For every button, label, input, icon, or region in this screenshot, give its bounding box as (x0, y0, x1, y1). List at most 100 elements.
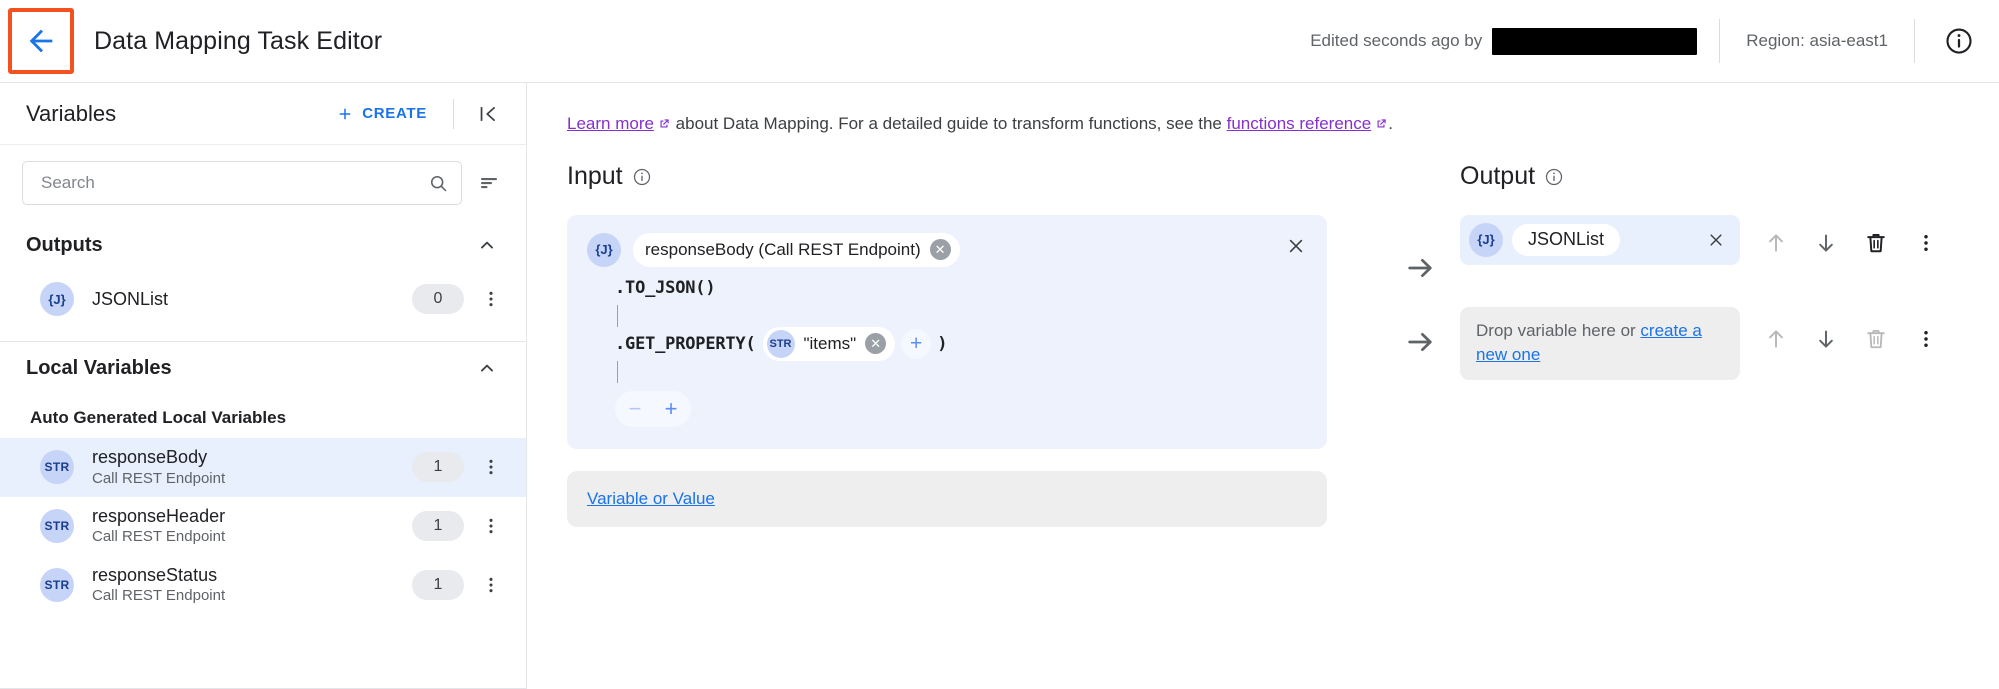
editor-body: Variables CREATE Search Outputs {J} JSON… (0, 83, 1999, 689)
variable-source: Call REST Endpoint (92, 528, 226, 546)
variable-row-responseheader[interactable]: STR responseHeader Call REST Endpoint 1 (0, 497, 526, 556)
variable-more-button[interactable] (474, 282, 508, 316)
variable-row-responsebody[interactable]: STR responseBody Call REST Endpoint 1 (0, 438, 526, 497)
learn-more-period: . (1388, 114, 1393, 133)
variable-source: Call REST Endpoint (92, 469, 226, 487)
auto-generated-group-label: Auto Generated Local Variables (30, 408, 287, 427)
variable-row-jsonlist[interactable]: {J} JSONList 0 (0, 271, 526, 327)
output-title-label: Output (1460, 162, 1536, 190)
input-title-label: Input (567, 162, 623, 190)
delete-mapping-button[interactable] (1854, 317, 1898, 361)
variable-more-button[interactable] (474, 450, 508, 484)
create-variable-button[interactable]: CREATE (324, 97, 439, 131)
info-button[interactable] (1933, 15, 1985, 67)
move-down-button[interactable] (1804, 317, 1848, 361)
str-type-badge: STR (40, 567, 74, 602)
remove-function-button[interactable]: − (617, 393, 653, 425)
json-type-badge: {J} (40, 282, 74, 316)
arrow-left-icon (29, 29, 53, 53)
search-field[interactable] (22, 161, 462, 205)
move-down-button[interactable] (1804, 221, 1848, 265)
more-vert-icon (1924, 234, 1928, 251)
usage-count-badge: 1 (412, 569, 464, 600)
expression-caret (617, 304, 618, 327)
variable-more-button[interactable] (474, 568, 508, 602)
output-row-1: {J} JSONList (1382, 214, 1999, 285)
info-icon[interactable] (632, 167, 652, 187)
page-title: Data Mapping Task Editor (94, 26, 383, 55)
delete-mapping-button[interactable] (1854, 221, 1898, 265)
remove-input-button[interactable] (1281, 231, 1311, 261)
variable-texts: JSONList (92, 288, 168, 311)
variables-sidebar: Variables CREATE Search Outputs {J} JSON… (0, 83, 527, 689)
mapping-more-button[interactable] (1904, 317, 1948, 361)
output-rows: {J} JSONList Drop variable here or creat… (1382, 214, 1999, 380)
function-get-property[interactable]: .GET_PROPERTY( (615, 334, 756, 354)
output-drop-target[interactable]: Drop variable here or create a new one (1460, 306, 1740, 380)
variable-source: Call REST Endpoint (92, 587, 226, 604)
input-variable-label: responseBody (Call REST Endpoint) (645, 239, 921, 259)
json-type-badge: {J} (587, 232, 621, 267)
remove-argument-button[interactable]: ✕ (865, 333, 887, 354)
function-argument-chip[interactable]: STR "items" ✕ (762, 326, 896, 361)
sidebar-title: Variables (26, 100, 117, 126)
arrow-right-icon (1408, 332, 1432, 351)
variable-or-value-link[interactable]: Variable or Value (587, 489, 715, 509)
search-input[interactable] (39, 172, 428, 194)
arrow-down-icon (1819, 329, 1833, 348)
function-to-json-close: ) (705, 277, 716, 298)
learn-more-link[interactable]: Learn more (567, 114, 654, 133)
sidebar-header-actions: CREATE (324, 94, 508, 134)
str-type-badge: STR (40, 509, 74, 544)
redacted-user-name (1492, 27, 1698, 55)
input-empty-card[interactable]: Variable or Value (567, 470, 1327, 527)
back-button[interactable] (8, 8, 74, 74)
learn-more-banner: Learn more about Data Mapping. For a det… (527, 83, 1999, 139)
info-icon (1946, 28, 1972, 54)
section-header-local-variables[interactable]: Local Variables (0, 342, 526, 394)
variable-name: responseBody (92, 447, 208, 467)
variable-texts: responseStatus Call REST Endpoint (92, 564, 225, 607)
remove-variable-chip-button[interactable]: ✕ (929, 239, 951, 260)
variable-more-button[interactable] (474, 509, 508, 543)
remove-output-variable-button[interactable] (1700, 224, 1732, 256)
mapping-arrow-2 (1382, 307, 1460, 359)
sidebar-header: Variables CREATE (0, 83, 526, 145)
more-vert-icon (489, 291, 493, 307)
function-get-property-close: ) (937, 333, 948, 354)
region-label: Region: asia-east1 (1746, 31, 1888, 50)
variable-name: responseHeader (92, 505, 226, 526)
move-up-button[interactable] (1754, 221, 1798, 265)
input-expression-card[interactable]: {J} responseBody (Call REST Endpoint) ✕ … (567, 214, 1327, 449)
add-function-button[interactable]: + (653, 393, 689, 425)
info-icon[interactable] (1544, 167, 1564, 187)
variables-list: Outputs {J} JSONList 0 Local Variables A… (0, 219, 526, 688)
collapse-sidebar-button[interactable] (468, 94, 508, 134)
section-title: Local Variables (26, 356, 172, 379)
output-variable-box[interactable]: {J} JSONList (1460, 214, 1740, 265)
learn-more-text: about Data Mapping. For a detailed guide… (670, 114, 1227, 133)
trash-icon (1867, 233, 1885, 252)
output-row-actions-1 (1754, 215, 1948, 265)
create-button-label: CREATE (362, 105, 427, 122)
move-up-button[interactable] (1754, 317, 1798, 361)
input-row-2: Variable or Value (567, 470, 1382, 527)
functions-reference-link[interactable]: functions reference (1227, 114, 1372, 133)
chevron-up-icon (474, 232, 500, 258)
sort-filter-button[interactable] (474, 168, 504, 198)
output-variable-name: JSONList (1512, 223, 1621, 256)
sort-filter-icon (481, 178, 497, 189)
add-argument-button[interactable]: + (901, 328, 932, 359)
more-vert-icon (1924, 330, 1928, 347)
variable-texts: responseHeader Call REST Endpoint (92, 505, 225, 548)
input-variable-chip[interactable]: responseBody (Call REST Endpoint) ✕ (633, 232, 960, 267)
close-icon (1289, 239, 1303, 252)
mapping-canvas: Learn more about Data Mapping. For a det… (527, 83, 1999, 689)
function-to-json[interactable]: .TO_JSON( (615, 278, 706, 298)
top-app-bar: Data Mapping Task Editor Edited seconds … (0, 0, 1999, 83)
output-column: Output {J} JSONList Drop variable here o… (1382, 161, 1999, 527)
input-rows: {J} responseBody (Call REST Endpoint) ✕ … (567, 214, 1382, 527)
variable-row-responsestatus[interactable]: STR responseStatus Call REST Endpoint 1 (0, 556, 526, 615)
mapping-more-button[interactable] (1904, 221, 1948, 265)
section-header-outputs[interactable]: Outputs (0, 219, 526, 271)
